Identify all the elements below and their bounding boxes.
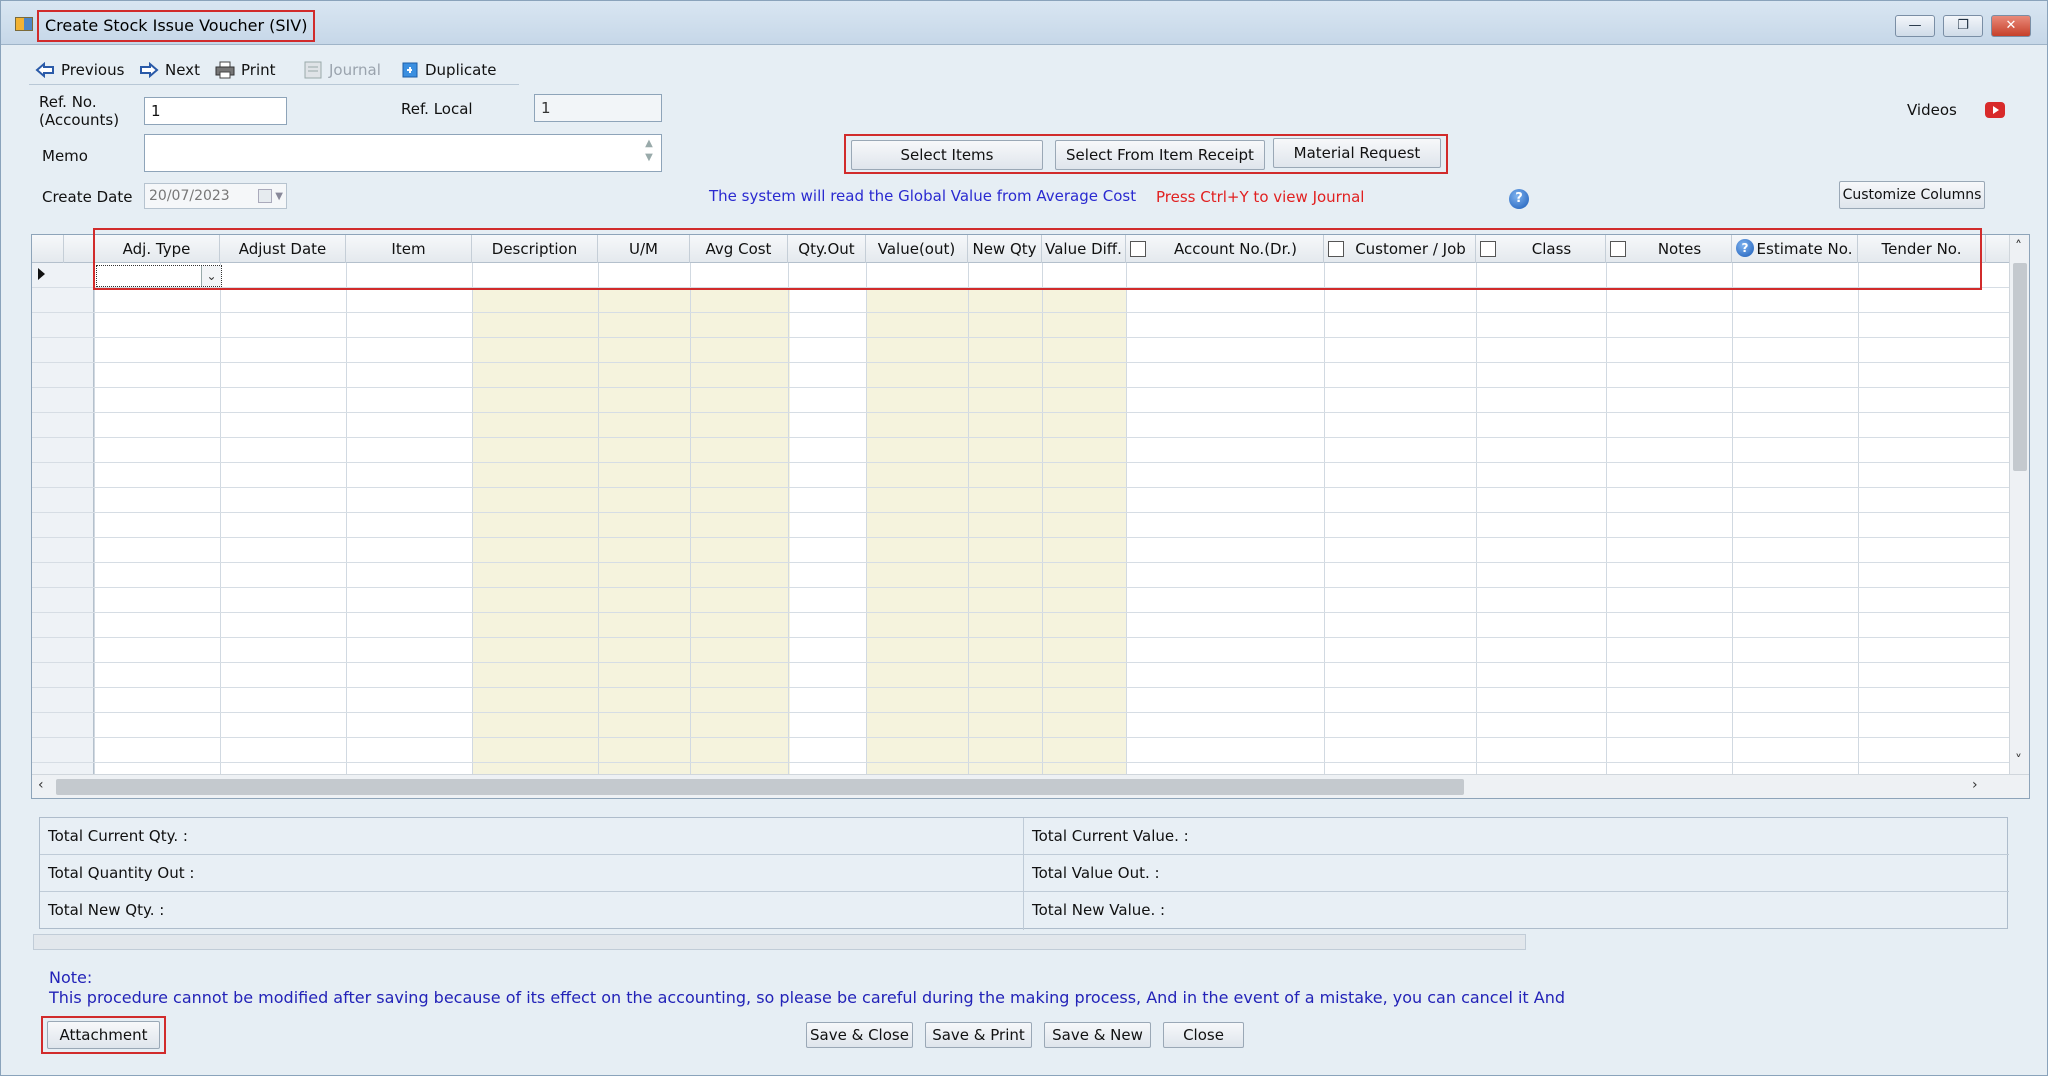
close-window-button[interactable]: ✕ [1991,15,2031,37]
horizontal-scroll-thumb[interactable] [56,779,1464,795]
calendar-icon[interactable] [258,189,272,203]
memo-label: Memo [42,147,88,165]
highlight-grid-header [93,228,1982,290]
scroll-down-icon[interactable]: ˅ [2015,753,2022,769]
next-label: Next [165,61,200,79]
create-date-label: Create Date [42,188,133,206]
table-row[interactable] [32,663,2029,688]
select-from-item-receipt-button[interactable]: Select From Item Receipt [1055,140,1265,170]
previous-label: Previous [61,61,125,79]
next-button[interactable]: Next [139,57,200,83]
table-row[interactable] [32,413,2029,438]
videos-label: Videos [1907,101,1957,119]
duplicate-button[interactable]: Duplicate [401,57,496,83]
create-date-input[interactable]: 20/07/2023 ▼ [144,183,287,209]
total-quantity-out-label: Total Quantity Out : [48,864,195,882]
material-request-button[interactable]: Material Request [1273,138,1441,168]
table-row[interactable] [32,388,2029,413]
ref-local-input[interactable]: 1 [534,94,662,122]
vertical-scroll-thumb[interactable] [2013,263,2027,471]
scroll-up-icon[interactable]: ˄ [2015,239,2022,255]
app-icon [15,17,33,31]
journal-label: Journal [329,61,381,79]
minimize-button[interactable]: — [1895,15,1935,37]
divider [40,891,2009,892]
header-blank [64,235,94,263]
table-row[interactable] [32,338,2029,363]
arrow-right-icon [140,62,159,78]
total-current-value-label: Total Current Value. : [1032,827,1189,845]
memo-input[interactable]: ▲ ▼ [144,134,662,172]
vertical-scrollbar[interactable]: ˄ ˅ [2009,235,2029,775]
table-row[interactable] [32,588,2029,613]
divider [40,854,2009,855]
customize-columns-button[interactable]: Customize Columns [1839,181,1985,209]
status-progress-bar [33,934,1526,950]
table-row[interactable] [32,613,2029,638]
table-row[interactable] [32,713,2029,738]
table-row[interactable] [32,363,2029,388]
printer-icon [215,61,235,79]
help-icon[interactable]: ? [1509,189,1529,209]
arrow-left-icon [35,62,54,78]
items-grid[interactable]: Adj. Type Adjust Date Item Description U… [31,234,2030,799]
select-items-button[interactable]: Select Items [851,140,1043,170]
close-button[interactable]: Close [1163,1022,1244,1048]
table-row[interactable] [32,463,2029,488]
total-current-qty-label: Total Current Qty. : [48,827,188,845]
journal-button[interactable]: Journal [303,57,381,83]
ctrl-y-message: Press Ctrl+Y to view Journal [1156,188,1365,206]
save-print-button[interactable]: Save & Print [925,1022,1032,1048]
totals-panel: Total Current Qty. : Total Quantity Out … [39,817,2009,930]
table-row[interactable] [32,688,2029,713]
table-row[interactable] [32,638,2029,663]
scroll-right-icon[interactable]: › [1972,777,1978,793]
memo-scroll-arrows[interactable]: ▲ ▼ [639,137,659,169]
table-row[interactable] [32,438,2029,463]
total-new-value-label: Total New Value. : [1032,901,1166,919]
chevron-down-icon[interactable]: ▼ [275,188,283,206]
siv-window: Create Stock Issue Voucher (SIV) — ❐ ✕ P… [0,0,2048,1076]
table-row[interactable] [32,513,2029,538]
journal-icon [304,61,322,79]
create-date-value: 20/07/2023 [149,188,230,204]
scroll-left-icon[interactable]: ‹ [38,777,44,793]
table-row[interactable] [32,563,2029,588]
save-new-button[interactable]: Save & New [1044,1022,1151,1048]
ref-no-input[interactable]: 1 [144,97,287,125]
table-row[interactable] [32,313,2029,338]
duplicate-icon [402,62,418,78]
attachment-button[interactable]: Attachment [47,1021,160,1049]
toolbar: Previous Next Print Journal Duplicate [29,55,519,85]
table-row[interactable] [32,538,2029,563]
total-new-qty-label: Total New Qty. : [48,901,165,919]
global-value-message: The system will read the Global Value fr… [709,187,1137,205]
table-row[interactable] [32,288,2029,313]
note-title: Note: [49,968,93,987]
window-title: Create Stock Issue Voucher (SIV) [37,10,316,42]
video-play-icon[interactable] [1985,102,2005,118]
print-button[interactable]: Print [215,57,276,83]
table-row[interactable] [32,738,2029,763]
save-close-button[interactable]: Save & Close [806,1022,913,1048]
note-text: This procedure cannot be modified after … [49,988,1566,1007]
divider [1023,818,1024,930]
previous-button[interactable]: Previous [35,57,124,83]
horizontal-scrollbar[interactable]: ‹ › [32,774,2029,798]
maximize-button[interactable]: ❐ [1943,15,1983,37]
duplicate-label: Duplicate [425,61,497,79]
total-value-out-label: Total Value Out. : [1032,864,1160,882]
ref-local-label: Ref. Local [401,100,473,118]
table-row[interactable] [32,488,2029,513]
header-corner [32,235,64,263]
title-bar: Create Stock Issue Voucher (SIV) — ❐ ✕ [1,1,2047,45]
ref-no-label: Ref. No. (Accounts) [39,93,120,129]
print-label: Print [241,61,276,79]
